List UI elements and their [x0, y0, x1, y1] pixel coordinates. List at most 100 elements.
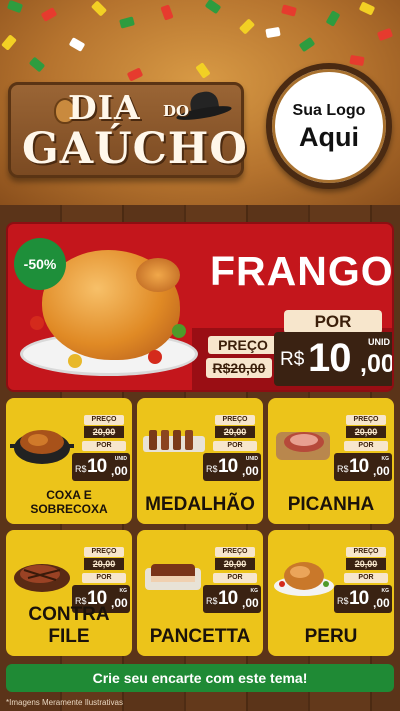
por-label: POR — [82, 573, 126, 583]
confetti-decoration — [126, 67, 144, 82]
roast-turkey-image — [274, 562, 334, 596]
old-price: 20,00 — [84, 558, 124, 570]
new-price-box: R$ 10 ,00 KG — [203, 585, 261, 613]
confetti-decoration — [195, 62, 211, 79]
por-label: POR — [344, 441, 388, 451]
steak-image — [14, 564, 70, 592]
confetti-decoration — [40, 7, 58, 22]
new-price-box: R$ 10 ,00 UNID — [72, 453, 130, 481]
product-name: PERU — [304, 626, 358, 647]
product-card: PREÇO 20,00 POR R$ 10 ,00 UNID COXA E SO… — [6, 398, 132, 524]
por-label: POR — [213, 573, 257, 583]
old-price: 20,00 — [215, 558, 255, 570]
product-card: PREÇO 20,00 POR R$ 10 ,00 KG PANCETTA — [137, 530, 263, 656]
price-unit: KG — [250, 588, 259, 594]
confetti-decoration — [265, 26, 281, 39]
price-integer: 10 — [308, 336, 351, 380]
product-card: PREÇO 20,00 POR R$ 10 ,00 KG PICANHA — [268, 398, 394, 524]
confetti-decoration — [1, 34, 17, 51]
pancetta-image — [145, 564, 201, 590]
preco-label: PREÇO — [346, 547, 386, 557]
preco-label: PREÇO — [84, 415, 124, 425]
price-decimal: ,00 — [373, 596, 390, 610]
por-label: POR — [82, 441, 126, 451]
price-currency: R$ — [75, 464, 87, 474]
confetti-decoration — [90, 0, 108, 17]
confetti-decoration — [298, 36, 316, 53]
picanha-board-image — [276, 432, 330, 460]
product-card: PREÇO 20,00 POR R$ 10 ,00 KG PERU — [268, 530, 394, 656]
confetti-decoration — [358, 1, 376, 16]
price-integer: 10 — [349, 588, 369, 609]
new-price-box: R$ 10 ,00 UNID — [203, 453, 261, 481]
featured-product-card: -50% FRANGO POR PREÇO R$20,00 R$ 10 ,00 … — [6, 222, 394, 392]
price-unit: UNID — [245, 456, 258, 462]
price-unit: UNID — [114, 456, 127, 462]
featured-product-name: FRANGO — [210, 248, 394, 294]
price-currency: R$ — [337, 596, 349, 606]
chicken-leg-image — [136, 258, 180, 292]
price-currency: R$ — [280, 349, 305, 370]
price-unit: KG — [119, 588, 128, 594]
price-decimal: ,00 — [360, 350, 394, 378]
price-currency: R$ — [337, 464, 349, 474]
product-name: MEDALHÃO — [145, 494, 255, 515]
product-name: PICANHA — [287, 494, 375, 515]
por-label: POR — [213, 441, 257, 451]
old-price: R$20,00 — [206, 358, 272, 378]
price-unit: KG — [381, 588, 390, 594]
por-label: POR — [344, 573, 388, 583]
confetti-decoration — [28, 56, 46, 73]
confetti-decoration — [68, 37, 86, 52]
confetti-decoration — [238, 18, 256, 35]
price-decimal: ,00 — [242, 464, 259, 478]
discount-badge: -50% — [14, 238, 66, 290]
product-card: PREÇO 20,00 POR R$ 10 ,00 KG CONTRA FILE — [6, 530, 132, 656]
por-label: POR — [284, 310, 382, 334]
confetti-decoration — [6, 0, 24, 14]
confetti-decoration — [119, 16, 135, 29]
confetti-decoration — [349, 54, 365, 67]
old-price: 20,00 — [346, 426, 386, 438]
price-decimal: ,00 — [373, 464, 390, 478]
old-price: 20,00 — [215, 426, 255, 438]
preco-label: PREÇO — [84, 547, 124, 557]
product-card: PREÇO 20,00 POR R$ 10 ,00 UNID MEDALHÃO — [137, 398, 263, 524]
price-unit: UNID — [368, 337, 390, 347]
price-decimal: ,00 — [242, 596, 259, 610]
confetti-decoration — [325, 10, 341, 27]
price-currency: R$ — [206, 464, 218, 474]
title-do: DO — [163, 102, 190, 120]
logo-placeholder: Sua Logo Aqui — [266, 63, 392, 189]
preco-label: PREÇO — [346, 415, 386, 425]
new-price-box: R$ 10 ,00 KG — [334, 453, 392, 481]
confetti-decoration — [376, 27, 394, 42]
price-integer: 10 — [87, 456, 107, 477]
create-flyer-button[interactable]: Crie seu encarte com este tema! — [6, 664, 394, 692]
meat-skewers-image — [143, 430, 205, 452]
new-price-box: R$ 10 ,00 KG — [334, 585, 392, 613]
header-banner: DIA DO GAÚCHO Sua Logo Aqui — [0, 0, 400, 205]
herb-garnish — [172, 324, 186, 338]
logo-text-line1: Sua Logo — [292, 102, 366, 119]
disclaimer-text: *Imagens Meramente Ilustrativas — [6, 698, 123, 707]
logo-text-line2: Aqui — [299, 122, 359, 152]
confetti-decoration — [204, 0, 222, 15]
price-integer: 10 — [218, 588, 238, 609]
price-unit: KG — [381, 456, 390, 462]
old-price: 20,00 — [346, 558, 386, 570]
price-currency: R$ — [206, 596, 218, 606]
price-decimal: ,00 — [111, 464, 128, 478]
price-integer: 10 — [349, 456, 369, 477]
product-name: PANCETTA — [149, 626, 251, 647]
old-price: 20,00 — [84, 426, 124, 438]
preco-label: PREÇO — [215, 415, 255, 425]
preco-label: PREÇO — [208, 336, 278, 354]
chicken-pot-image — [10, 430, 74, 464]
price-integer: 10 — [218, 456, 238, 477]
confetti-decoration — [160, 4, 174, 21]
preco-label: PREÇO — [215, 547, 255, 557]
tomato-garnish — [148, 350, 162, 364]
title-line2: GAÚCHO — [22, 124, 248, 174]
new-price-box: R$ 10 ,00 UNID — [274, 332, 394, 386]
